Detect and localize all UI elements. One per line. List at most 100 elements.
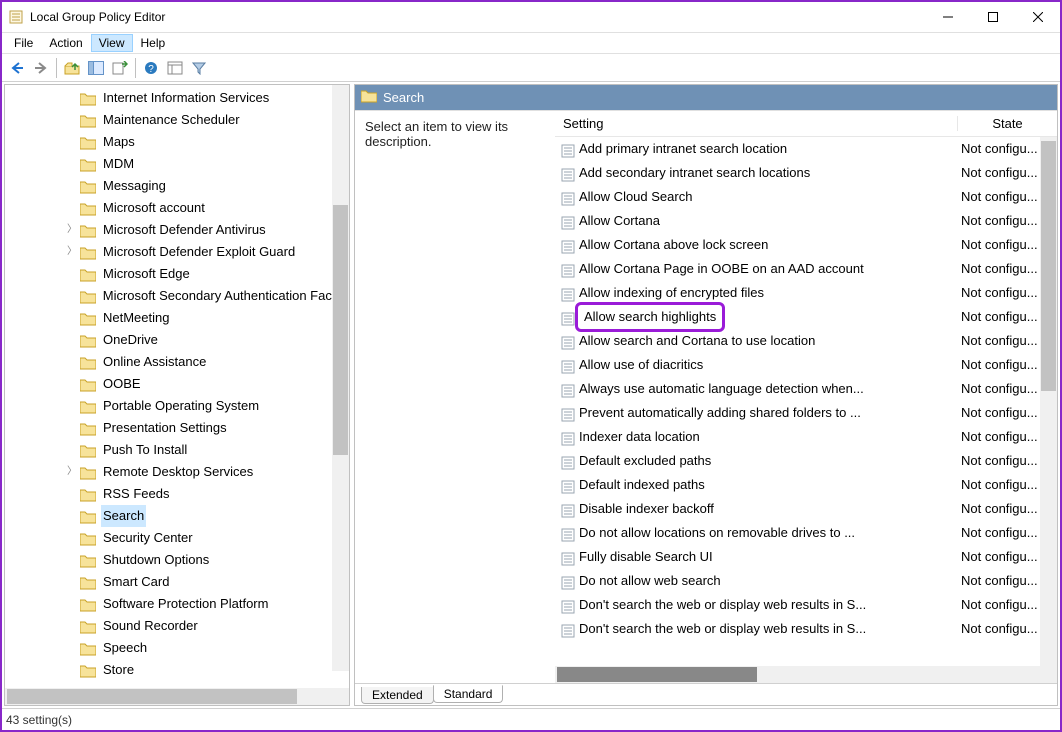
chevron-right-icon bbox=[65, 597, 79, 611]
tree-item[interactable]: Store bbox=[5, 659, 349, 681]
properties-button[interactable] bbox=[164, 57, 186, 79]
setting-row[interactable]: Don't search the web or display web resu… bbox=[555, 593, 1057, 617]
setting-row[interactable]: Indexer data locationNot configu... bbox=[555, 425, 1057, 449]
tree-item-label: Smart Card bbox=[101, 571, 171, 593]
menu-view[interactable]: View bbox=[91, 34, 133, 52]
setting-row[interactable]: Allow Cortana Page in OOBE on an AAD acc… bbox=[555, 257, 1057, 281]
details-header: Search bbox=[355, 85, 1057, 111]
folder-icon bbox=[80, 333, 96, 347]
tree-item[interactable]: Smart Card bbox=[5, 571, 349, 593]
folder-icon bbox=[80, 223, 96, 237]
tree-item[interactable]: RSS Feeds bbox=[5, 483, 349, 505]
chevron-right-icon bbox=[65, 509, 79, 523]
setting-row[interactable]: Add secondary intranet search locationsN… bbox=[555, 161, 1057, 185]
details-body: Select an item to view its description. … bbox=[355, 111, 1057, 683]
settings-horizontal-scrollbar-thumb[interactable] bbox=[557, 667, 757, 682]
tree-item[interactable]: Sound Recorder bbox=[5, 615, 349, 637]
tree-item[interactable]: Maps bbox=[5, 131, 349, 153]
menu-action[interactable]: Action bbox=[41, 34, 90, 52]
tree-item[interactable]: Online Assistance bbox=[5, 351, 349, 373]
setting-row[interactable]: Fully disable Search UINot configu... bbox=[555, 545, 1057, 569]
maximize-button[interactable] bbox=[970, 2, 1015, 32]
setting-row[interactable]: Don't search the web or display web resu… bbox=[555, 617, 1057, 641]
column-header-state[interactable]: State bbox=[957, 116, 1057, 131]
tree-item[interactable]: NetMeeting bbox=[5, 307, 349, 329]
close-button[interactable] bbox=[1015, 2, 1060, 32]
settings-vertical-scrollbar-thumb[interactable] bbox=[1041, 141, 1056, 391]
tree-item[interactable]: 〉Microsoft Defender Exploit Guard bbox=[5, 241, 349, 263]
tree-item-label: Online Assistance bbox=[101, 351, 208, 373]
tree-item[interactable]: Microsoft account bbox=[5, 197, 349, 219]
tree-item[interactable]: 〉Microsoft Defender Antivirus bbox=[5, 219, 349, 241]
chevron-right-icon[interactable]: 〉 bbox=[65, 223, 79, 237]
tree-horizontal-scrollbar-thumb[interactable] bbox=[7, 689, 297, 704]
menu-file[interactable]: File bbox=[6, 34, 41, 52]
menu-help[interactable]: Help bbox=[133, 34, 174, 52]
setting-row[interactable]: Do not allow locations on removable driv… bbox=[555, 521, 1057, 545]
show-hide-tree-button[interactable] bbox=[85, 57, 107, 79]
forward-button[interactable] bbox=[30, 57, 52, 79]
setting-row[interactable]: Default indexed pathsNot configu... bbox=[555, 473, 1057, 497]
setting-row[interactable]: Allow search highlightsNot configu... bbox=[555, 305, 1057, 329]
chevron-right-icon bbox=[65, 619, 79, 633]
settings-horizontal-scrollbar[interactable] bbox=[555, 666, 1057, 683]
up-button[interactable] bbox=[61, 57, 83, 79]
tree-item[interactable]: Maintenance Scheduler bbox=[5, 109, 349, 131]
policy-icon bbox=[561, 406, 575, 420]
chevron-right-icon bbox=[65, 575, 79, 589]
tree-item[interactable]: Portable Operating System bbox=[5, 395, 349, 417]
policy-icon bbox=[561, 214, 575, 228]
setting-row[interactable]: Always use automatic language detection … bbox=[555, 377, 1057, 401]
back-button[interactable] bbox=[6, 57, 28, 79]
setting-name: Default indexed paths bbox=[555, 473, 957, 497]
chevron-right-icon[interactable]: 〉 bbox=[65, 465, 79, 479]
help-button[interactable]: ? bbox=[140, 57, 162, 79]
tree-item[interactable]: OOBE bbox=[5, 373, 349, 395]
chevron-right-icon[interactable]: 〉 bbox=[65, 245, 79, 259]
tree-item[interactable]: 〉Remote Desktop Services bbox=[5, 461, 349, 483]
filter-button[interactable] bbox=[188, 57, 210, 79]
setting-row[interactable]: Allow CortanaNot configu... bbox=[555, 209, 1057, 233]
tree-item[interactable]: Microsoft Secondary Authentication Facto… bbox=[5, 285, 349, 307]
minimize-button[interactable] bbox=[925, 2, 970, 32]
details-title: Search bbox=[355, 85, 1057, 110]
tab-extended[interactable]: Extended bbox=[361, 687, 434, 704]
chevron-right-icon bbox=[65, 113, 79, 127]
setting-row[interactable]: Allow use of diacriticsNot configu... bbox=[555, 353, 1057, 377]
tree-horizontal-scrollbar[interactable] bbox=[5, 688, 349, 705]
tab-standard[interactable]: Standard bbox=[433, 685, 504, 703]
tree-item[interactable]: Shutdown Options bbox=[5, 549, 349, 571]
svg-text:?: ? bbox=[148, 64, 154, 75]
tree-item[interactable]: Speech bbox=[5, 637, 349, 659]
setting-row[interactable]: Allow Cortana above lock screenNot confi… bbox=[555, 233, 1057, 257]
folder-icon bbox=[80, 179, 96, 193]
setting-row[interactable]: Add primary intranet search locationNot … bbox=[555, 137, 1057, 161]
tree-item[interactable]: Software Protection Platform bbox=[5, 593, 349, 615]
chevron-right-icon bbox=[65, 663, 79, 677]
tree-item[interactable]: Presentation Settings bbox=[5, 417, 349, 439]
tree-vertical-scrollbar[interactable] bbox=[332, 85, 349, 671]
folder-icon bbox=[361, 89, 377, 106]
tree-item[interactable]: Internet Information Services bbox=[5, 87, 349, 109]
tree-item[interactable]: OneDrive bbox=[5, 329, 349, 351]
tree-item[interactable]: Security Center bbox=[5, 527, 349, 549]
tree-item[interactable]: Messaging bbox=[5, 175, 349, 197]
settings-vertical-scrollbar[interactable] bbox=[1040, 137, 1057, 666]
setting-row[interactable]: Do not allow web searchNot configu... bbox=[555, 569, 1057, 593]
column-header-setting[interactable]: Setting bbox=[555, 116, 957, 131]
setting-row[interactable]: Default excluded pathsNot configu... bbox=[555, 449, 1057, 473]
tree-item-label: Presentation Settings bbox=[101, 417, 229, 439]
tree-item[interactable]: Push To Install bbox=[5, 439, 349, 461]
setting-row[interactable]: Allow Cloud SearchNot configu... bbox=[555, 185, 1057, 209]
export-button[interactable] bbox=[109, 57, 131, 79]
setting-name: Allow search highlights bbox=[555, 302, 957, 332]
chevron-right-icon bbox=[65, 355, 79, 369]
tree-item[interactable]: MDM bbox=[5, 153, 349, 175]
menubar: File Action View Help bbox=[2, 32, 1060, 54]
tree-item[interactable]: Microsoft Edge bbox=[5, 263, 349, 285]
setting-row[interactable]: Allow search and Cortana to use location… bbox=[555, 329, 1057, 353]
tree-item[interactable]: Search bbox=[5, 505, 349, 527]
setting-row[interactable]: Prevent automatically adding shared fold… bbox=[555, 401, 1057, 425]
setting-row[interactable]: Disable indexer backoffNot configu... bbox=[555, 497, 1057, 521]
tree-vertical-scrollbar-thumb[interactable] bbox=[333, 205, 348, 455]
